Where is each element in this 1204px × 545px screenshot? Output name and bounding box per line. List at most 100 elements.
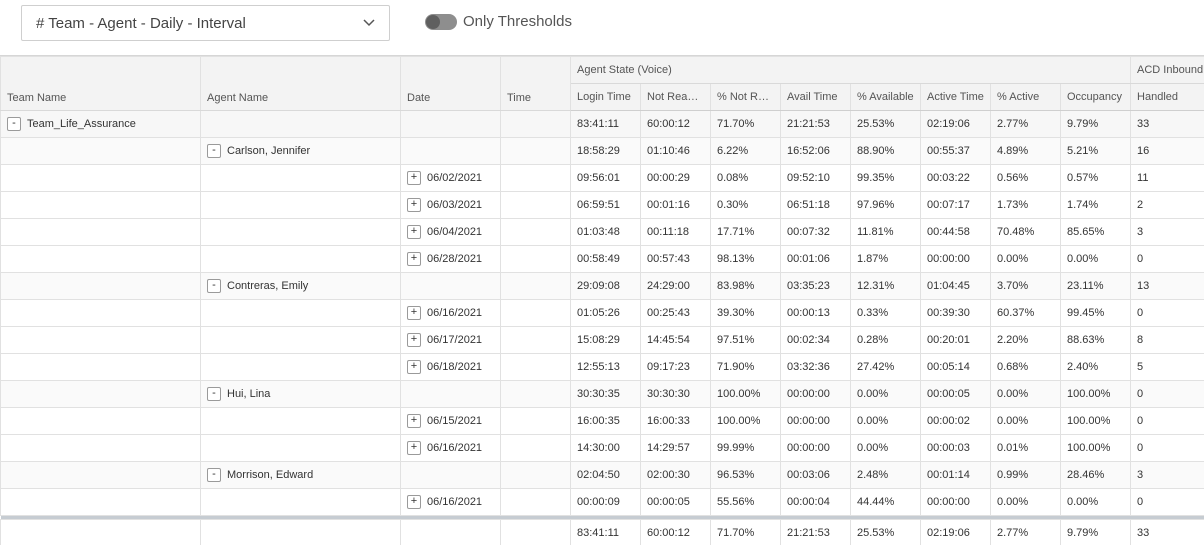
login-time-cell: 29:09:08 bbox=[570, 272, 641, 300]
col-header-pct-not-ready[interactable]: % Not Rea... bbox=[710, 83, 781, 111]
collapse-icon[interactable]: - bbox=[207, 387, 221, 401]
login-time-cell: 14:30:00 bbox=[570, 434, 641, 462]
time-cell bbox=[500, 434, 571, 462]
col-header-avail-time[interactable]: Avail Time bbox=[780, 83, 851, 111]
time-cell bbox=[500, 137, 571, 165]
agent-name-label: Hui, Lina bbox=[227, 387, 271, 400]
date-cell bbox=[400, 272, 501, 300]
only-thresholds-toggle[interactable] bbox=[425, 14, 457, 30]
occupancy-cell: 85.65% bbox=[1059, 218, 1132, 246]
team-name-cell bbox=[0, 218, 201, 246]
handled-cell: 11 bbox=[1130, 164, 1204, 192]
pct-available-cell: 12.31% bbox=[850, 272, 921, 300]
col-header-occupancy[interactable]: Occupancy bbox=[1059, 83, 1132, 111]
pct-available-cell: 25.53% bbox=[850, 110, 921, 138]
collapse-icon[interactable]: - bbox=[207, 144, 221, 158]
date-cell: +06/16/2021 bbox=[400, 299, 501, 327]
occupancy-cell: 100.00% bbox=[1059, 407, 1132, 435]
team-name-cell bbox=[0, 299, 201, 327]
col-header-not-ready[interactable]: Not Ready... bbox=[640, 83, 711, 111]
date-cell bbox=[400, 137, 501, 165]
team-row[interactable]: - Team_Life_Assurance 83:41:11 60:00:12 71.7… bbox=[0, 110, 1204, 138]
active-time-cell: 00:07:17 bbox=[920, 191, 991, 219]
active-time-cell: 00:20:01 bbox=[920, 326, 991, 354]
team-name-cell bbox=[0, 407, 201, 435]
agent-row[interactable]: - Contreras, Emily 29:09:08 24:29:00 83.98% 0… bbox=[0, 272, 1204, 300]
expand-icon[interactable]: + bbox=[407, 414, 421, 428]
expand-icon[interactable]: + bbox=[407, 198, 421, 212]
expand-icon[interactable]: + bbox=[407, 171, 421, 185]
date-row[interactable]: +06/15/2021 16:00:35 16:00:33 100.00% 00:00:… bbox=[0, 407, 1204, 435]
report-selector-dropdown[interactable]: # Team - Agent - Daily - Interval bbox=[21, 5, 390, 41]
pct-not-ready-cell: 55.56% bbox=[710, 488, 781, 516]
expand-icon[interactable]: + bbox=[407, 333, 421, 347]
avail-time-cell: 00:00:00 bbox=[780, 407, 851, 435]
col-header-agent-name[interactable]: Agent Name bbox=[200, 56, 401, 111]
col-header-pct-active[interactable]: % Active bbox=[990, 83, 1061, 111]
occupancy-cell: 88.63% bbox=[1059, 326, 1132, 354]
date-cell bbox=[400, 110, 501, 138]
date-row[interactable]: +06/02/2021 09:56:01 00:00:29 0.08% 09:52:10… bbox=[0, 164, 1204, 192]
login-time-cell: 15:08:29 bbox=[570, 326, 641, 354]
pct-active-cell: 3.70% bbox=[990, 272, 1061, 300]
agent-row[interactable]: - Hui, Lina 30:30:35 30:30:30 100.00% 00:00:0… bbox=[0, 380, 1204, 408]
team-name-cell bbox=[0, 272, 201, 300]
collapse-icon[interactable]: - bbox=[207, 279, 221, 293]
avail-time-cell: 00:02:34 bbox=[780, 326, 851, 354]
col-header-handled[interactable]: Handled bbox=[1130, 83, 1204, 111]
collapse-icon[interactable]: - bbox=[7, 117, 21, 131]
group-header-acd-inbound: ACD Inbound bbox=[1130, 56, 1204, 84]
not-ready-cell: 01:10:46 bbox=[640, 137, 711, 165]
team-name-cell bbox=[0, 434, 201, 462]
date-row[interactable]: +06/28/2021 00:58:49 00:57:43 98.13% 00:01:0… bbox=[0, 245, 1204, 273]
date-label: 06/16/2021 bbox=[427, 306, 483, 319]
expand-icon[interactable]: + bbox=[407, 441, 421, 455]
toggle-knob bbox=[426, 15, 440, 29]
group-header-row: Team Name Agent Name Date Time Agent Sta… bbox=[0, 56, 1204, 111]
login-time-cell: 16:00:35 bbox=[570, 407, 641, 435]
agent-name-cell bbox=[200, 353, 401, 381]
occupancy-cell: 0.57% bbox=[1059, 164, 1132, 192]
team-name-cell: - Team_Life_Assurance bbox=[0, 110, 201, 138]
expand-icon[interactable]: + bbox=[407, 495, 421, 509]
pct-active-cell: 60.37% bbox=[990, 299, 1061, 327]
date-row[interactable]: +06/17/2021 15:08:29 14:45:54 97.51% 00:02:3… bbox=[0, 326, 1204, 354]
date-cell bbox=[400, 380, 501, 408]
active-time-cell: 00:44:58 bbox=[920, 218, 991, 246]
pct-available-cell: 11.81% bbox=[850, 218, 921, 246]
date-row[interactable]: +06/16/2021 14:30:00 14:29:57 99.99% 00:00:0… bbox=[0, 434, 1204, 462]
time-cell bbox=[500, 299, 571, 327]
pct-not-ready-cell: 71.70% bbox=[710, 110, 781, 138]
date-row[interactable]: +06/04/2021 01:03:48 00:11:18 17.71% 00:07:3… bbox=[0, 218, 1204, 246]
date-cell: +06/15/2021 bbox=[400, 407, 501, 435]
agent-row[interactable]: - Carlson, Jennifer 18:58:29 01:10:46 6.22% 1… bbox=[0, 137, 1204, 165]
col-header-active-time[interactable]: Active Time bbox=[920, 83, 991, 111]
agent-row[interactable]: - Morrison, Edward 02:04:50 02:00:30 96.53% 0… bbox=[0, 461, 1204, 489]
team-name-label: Team_Life_Assurance bbox=[27, 117, 136, 130]
date-row[interactable]: +06/16/2021 00:00:09 00:00:05 55.56% 00:00:0… bbox=[0, 488, 1204, 516]
col-header-time[interactable]: Time bbox=[500, 56, 571, 111]
expand-icon[interactable]: + bbox=[407, 306, 421, 320]
col-header-login-time[interactable]: Login Time bbox=[570, 83, 641, 111]
date-row[interactable]: +06/03/2021 06:59:51 00:01:16 0.30% 06:51:18… bbox=[0, 191, 1204, 219]
expand-icon[interactable]: + bbox=[407, 252, 421, 266]
active-time-cell: 01:04:45 bbox=[920, 272, 991, 300]
handled-cell: 8 bbox=[1130, 326, 1204, 354]
pct-available-cell: 0.00% bbox=[850, 380, 921, 408]
col-header-pct-available[interactable]: % Available bbox=[850, 83, 921, 111]
date-row[interactable]: +06/16/2021 01:05:26 00:25:43 39.30% 00:00:1… bbox=[0, 299, 1204, 327]
agent-name-cell bbox=[200, 110, 401, 138]
agent-name-cell bbox=[200, 326, 401, 354]
active-time-cell: 00:03:22 bbox=[920, 164, 991, 192]
date-row[interactable]: +06/18/2021 12:55:13 09:17:23 71.90% 03:32:3… bbox=[0, 353, 1204, 381]
pct-not-ready-cell: 83.98% bbox=[710, 272, 781, 300]
not-ready-cell: 14:29:57 bbox=[640, 434, 711, 462]
totals-empty-cell bbox=[500, 519, 571, 545]
expand-icon[interactable]: + bbox=[407, 225, 421, 239]
col-header-team-name[interactable]: Team Name bbox=[0, 56, 201, 111]
col-header-date[interactable]: Date bbox=[400, 56, 501, 111]
collapse-icon[interactable]: - bbox=[207, 468, 221, 482]
agent-name-cell bbox=[200, 218, 401, 246]
expand-icon[interactable]: + bbox=[407, 360, 421, 374]
login-time-cell: 02:04:50 bbox=[570, 461, 641, 489]
